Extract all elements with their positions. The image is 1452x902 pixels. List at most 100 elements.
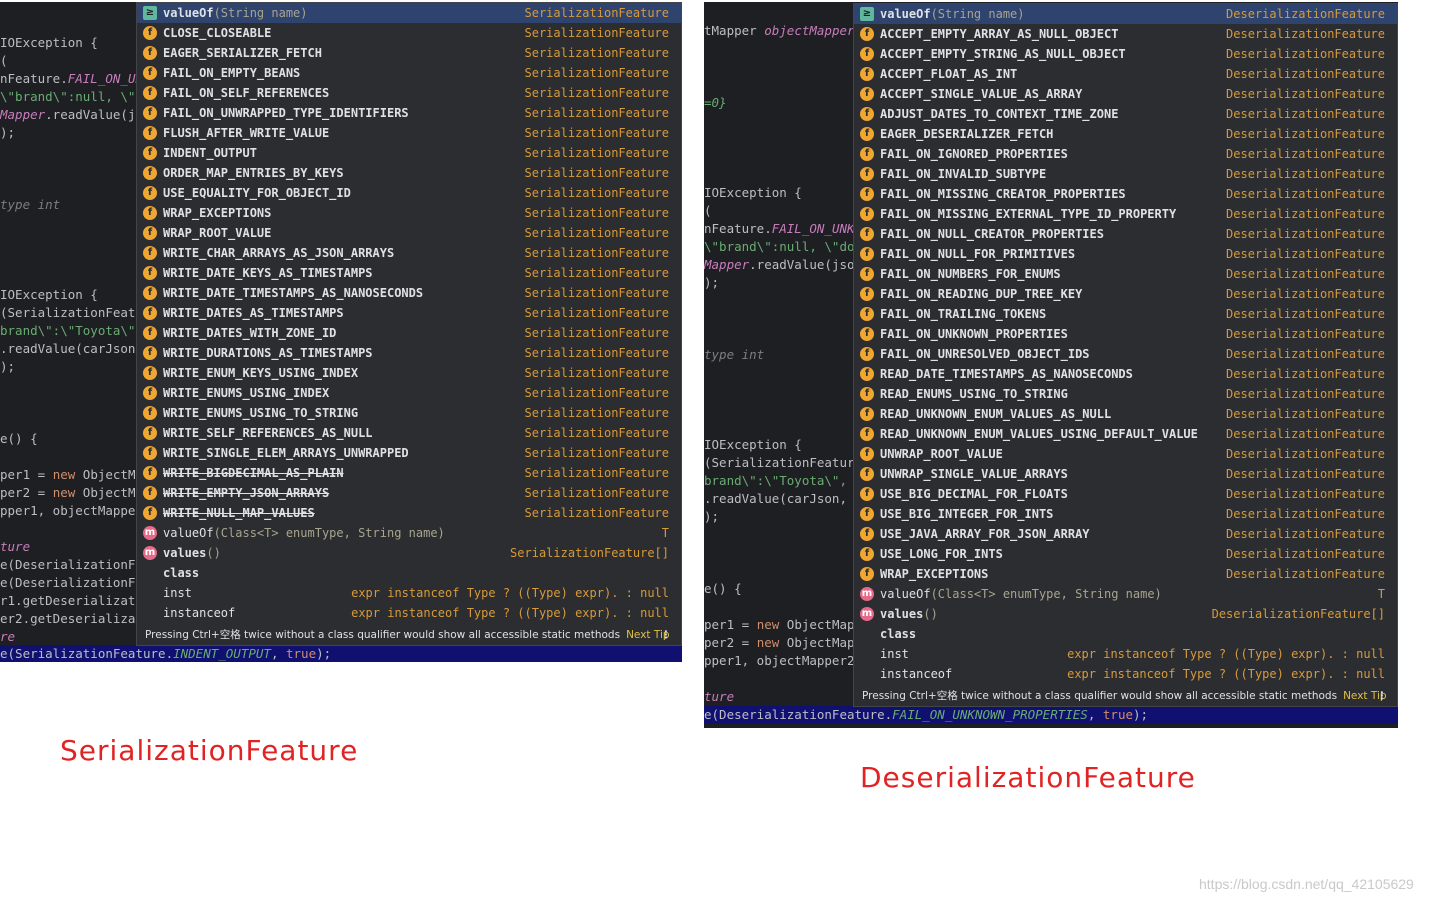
completion-item-label: WRITE_SELF_REFERENCES_AS_NULL — [163, 423, 373, 443]
right-completion-popup[interactable]: ≥ valueOf(String name) DeserializationFeat… — [853, 3, 1398, 707]
code-line: (SerializationFeature. — [704, 455, 870, 470]
completion-item[interactable]: f INDENT_OUTPUT SerializationFeature — [137, 143, 681, 163]
completion-item-type: SerializationFeature — [524, 366, 670, 380]
completion-item[interactable]: f READ_UNKNOWN_ENUM_VALUES_AS_NULL Deseria… — [854, 404, 1397, 424]
completion-item[interactable]: f FAIL_ON_TRAILING_TOKENS DeserializationF… — [854, 304, 1397, 324]
completion-item-type: SerializationFeature — [524, 426, 670, 440]
completion-item[interactable]: f FAIL_ON_UNRESOLVED_OBJECT_IDS Deserializ… — [854, 344, 1397, 364]
completion-item[interactable]: f ACCEPT_EMPTY_ARRAY_AS_NULL_OBJECT Deseri… — [854, 24, 1397, 44]
completion-item[interactable]: f CLOSE_CLOSEABLE SerializationFeature — [137, 23, 681, 43]
completion-item[interactable]: f FAIL_ON_MISSING_EXTERNAL_TYPE_ID_PROPER… — [854, 204, 1397, 224]
completion-item[interactable]: f WRITE_SELF_REFERENCES_AS_NULL Serializat… — [137, 423, 681, 443]
completion-item-name: FAIL_ON_UNWRAPPED_TYPE_IDENTIFIERS — [163, 106, 409, 120]
completion-item[interactable]: f FAIL_ON_EMPTY_BEANS SerializationFeature — [137, 63, 681, 83]
completion-item[interactable]: f FAIL_ON_SELF_REFERENCES SerializationFea… — [137, 83, 681, 103]
completion-item[interactable]: f ACCEPT_EMPTY_STRING_AS_NULL_OBJECT Deser… — [854, 44, 1397, 64]
completion-item[interactable]: f USE_EQUALITY_FOR_OBJECT_ID Serialization… — [137, 183, 681, 203]
completion-item[interactable]: f WRITE_DATE_TIMESTAMPS_AS_NANOSECONDS Ser… — [137, 283, 681, 303]
completion-item[interactable]: f WRITE_BIGDECIMAL_AS_PLAIN SerializationF… — [137, 463, 681, 483]
code-line: =0} — [704, 95, 727, 110]
completion-item[interactable]: f WRITE_DATES_WITH_ZONE_ID SerializationFe… — [137, 323, 681, 343]
completion-item[interactable]: f ORDER_MAP_ENTRIES_BY_KEYS SerializationF… — [137, 163, 681, 183]
completion-item[interactable]: f FAIL_ON_IGNORED_PROPERTIES Deserializati… — [854, 144, 1397, 164]
completion-item[interactable]: f ADJUST_DATES_TO_CONTEXT_TIME_ZONE Deseri… — [854, 104, 1397, 124]
completion-item[interactable]: f WRITE_NULL_MAP_VALUES SerializationFeatu… — [137, 503, 681, 523]
field-icon: f — [143, 186, 157, 200]
completion-item[interactable]: f EAGER_SERIALIZER_FETCH SerializationFeat… — [137, 43, 681, 63]
completion-item[interactable]: f WRITE_CHAR_ARRAYS_AS_JSON_ARRAYS Seriali… — [137, 243, 681, 263]
completion-item[interactable]: f READ_ENUMS_USING_TO_STRING Deserializati… — [854, 384, 1397, 404]
completion-item[interactable]: f WRITE_ENUMS_USING_INDEX SerializationFea… — [137, 383, 681, 403]
completion-item[interactable]: f FAIL_ON_UNKNOWN_PROPERTIES Deserializati… — [854, 324, 1397, 344]
completion-item-type: DeserializationFeature — [1226, 127, 1385, 141]
completion-item[interactable]: f UNWRAP_ROOT_VALUE DeserializationFeature — [854, 444, 1397, 464]
completion-item[interactable]: f USE_BIG_DECIMAL_FOR_FLOATS Deserializati… — [854, 484, 1397, 504]
completion-item[interactable]: f USE_LONG_FOR_INTS DeserializationFeature — [854, 544, 1397, 564]
completion-item-label: ACCEPT_EMPTY_ARRAY_AS_NULL_OBJECT — [880, 24, 1118, 44]
completion-item[interactable]: m valueOf(Class<T> enumType, String name)… — [854, 584, 1397, 604]
completion-item[interactable]: f FLUSH_AFTER_WRITE_VALUE SerializationFea… — [137, 123, 681, 143]
right-current-code-line[interactable]: e(DeserializationFeature.FAIL_ON_UNKNOWN… — [704, 706, 1398, 724]
completion-item[interactable]: f WRITE_ENUM_KEYS_USING_INDEX Serializatio… — [137, 363, 681, 383]
completion-item[interactable]: f ACCEPT_SINGLE_VALUE_AS_ARRAY Deserializa… — [854, 84, 1397, 104]
completion-item[interactable]: f FAIL_ON_MISSING_CREATOR_PROPERTIES Deser… — [854, 184, 1397, 204]
completion-item[interactable]: instanceof expr instanceof Type ? ((Type)… — [854, 664, 1397, 684]
completion-item-label: READ_ENUMS_USING_TO_STRING — [880, 384, 1068, 404]
completion-item[interactable]: f WRITE_DATE_KEYS_AS_TIMESTAMPS Serializat… — [137, 263, 681, 283]
completion-item[interactable]: m values() DeserializationFeature[] — [854, 604, 1397, 624]
more-options-icon[interactable]: ⋮ — [661, 625, 672, 645]
completion-item[interactable]: f WRITE_SINGLE_ELEM_ARRAYS_UNWRAPPED Seria… — [137, 443, 681, 463]
completion-item[interactable]: m values() SerializationFeature[] — [137, 543, 681, 563]
more-options-icon[interactable]: ⋮ — [1377, 686, 1388, 706]
completion-item[interactable]: f WRAP_ROOT_VALUE SerializationFeature — [137, 223, 681, 243]
completion-item-label: values() — [880, 604, 938, 624]
completion-item-type: expr instanceof Type ? ((Type) expr). : … — [1067, 647, 1385, 661]
completion-item-label: FAIL_ON_UNWRAPPED_TYPE_IDENTIFIERS — [163, 103, 409, 123]
completion-item-name: WRITE_DATE_TIMESTAMPS_AS_NANOSECONDS — [163, 286, 424, 300]
completion-item-name: valueOf — [880, 7, 931, 21]
completion-item[interactable]: class — [137, 563, 681, 583]
field-icon: f — [860, 47, 874, 61]
field-icon: f — [143, 166, 157, 180]
completion-item[interactable]: ≥ valueOf(String name) DeserializationFeat… — [854, 4, 1397, 24]
completion-item-label: inst — [163, 583, 192, 603]
code-line: e() { — [0, 431, 38, 446]
completion-item-label: values() — [163, 543, 221, 563]
completion-item[interactable]: f WRAP_EXCEPTIONS DeserializationFeature — [854, 564, 1397, 584]
completion-item-type: DeserializationFeature — [1226, 287, 1385, 301]
completion-item[interactable]: f USE_BIG_INTEGER_FOR_INTS Deserialization… — [854, 504, 1397, 524]
left-completion-popup[interactable]: ≥ valueOf(String name) SerializationFeatur… — [136, 2, 682, 646]
completion-item[interactable]: f UNWRAP_SINGLE_VALUE_ARRAYS Deserializati… — [854, 464, 1397, 484]
completion-item[interactable]: f FAIL_ON_NUMBERS_FOR_ENUMS Deserializatio… — [854, 264, 1397, 284]
completion-item[interactable]: f WRITE_ENUMS_USING_TO_STRING Serializatio… — [137, 403, 681, 423]
completion-item[interactable]: f WRITE_DATES_AS_TIMESTAMPS SerializationF… — [137, 303, 681, 323]
code-line: ); — [704, 275, 720, 290]
completion-item[interactable]: f WRAP_EXCEPTIONS SerializationFeature — [137, 203, 681, 223]
method-icon: m — [860, 587, 874, 601]
completion-item-label: valueOf(String name) — [163, 3, 308, 23]
completion-item[interactable]: inst expr instanceof Type ? ((Type) expr)… — [137, 583, 681, 603]
completion-item[interactable]: f FAIL_ON_NULL_CREATOR_PROPERTIES Deserial… — [854, 224, 1397, 244]
field-icon: f — [860, 307, 874, 321]
completion-item[interactable]: class — [854, 624, 1397, 644]
completion-item[interactable]: f READ_UNKNOWN_ENUM_VALUES_USING_DEFAULT_… — [854, 424, 1397, 444]
completion-item[interactable]: ≥ valueOf(String name) SerializationFeatur… — [137, 3, 681, 23]
completion-item[interactable]: f EAGER_DESERIALIZER_FETCH Deserialization… — [854, 124, 1397, 144]
completion-item[interactable]: f USE_JAVA_ARRAY_FOR_JSON_ARRAY Deserializ… — [854, 524, 1397, 544]
completion-item[interactable]: f FAIL_ON_READING_DUP_TREE_KEY Deserializa… — [854, 284, 1397, 304]
completion-item-name: READ_UNKNOWN_ENUM_VALUES_USING_DEFAULT_V… — [880, 427, 1198, 441]
left-current-code-line[interactable]: e(SerializationFeature.INDENT_OUTPUT, tr… — [0, 645, 682, 662]
completion-item[interactable]: m valueOf(Class<T> enumType, String name)… — [137, 523, 681, 543]
completion-item-label: USE_JAVA_ARRAY_FOR_JSON_ARRAY — [880, 524, 1090, 544]
completion-item-label: UNWRAP_ROOT_VALUE — [880, 444, 1003, 464]
completion-item[interactable]: f WRITE_DURATIONS_AS_TIMESTAMPS Serializat… — [137, 343, 681, 363]
completion-item[interactable]: f WRITE_EMPTY_JSON_ARRAYS SerializationFea… — [137, 483, 681, 503]
completion-item[interactable]: f FAIL_ON_NULL_FOR_PRIMITIVES Deserializat… — [854, 244, 1397, 264]
completion-item-name: EAGER_DESERIALIZER_FETCH — [880, 127, 1054, 141]
completion-item[interactable]: instanceof expr instanceof Type ? ((Type)… — [137, 603, 681, 623]
completion-item[interactable]: f FAIL_ON_UNWRAPPED_TYPE_IDENTIFIERS Seria… — [137, 103, 681, 123]
completion-item[interactable]: f READ_DATE_TIMESTAMPS_AS_NANOSECONDS Dese… — [854, 364, 1397, 384]
completion-item[interactable]: f ACCEPT_FLOAT_AS_INT DeserializationFeatu… — [854, 64, 1397, 84]
completion-item[interactable]: inst expr instanceof Type ? ((Type) expr)… — [854, 644, 1397, 664]
completion-item[interactable]: f FAIL_ON_INVALID_SUBTYPE DeserializationF… — [854, 164, 1397, 184]
